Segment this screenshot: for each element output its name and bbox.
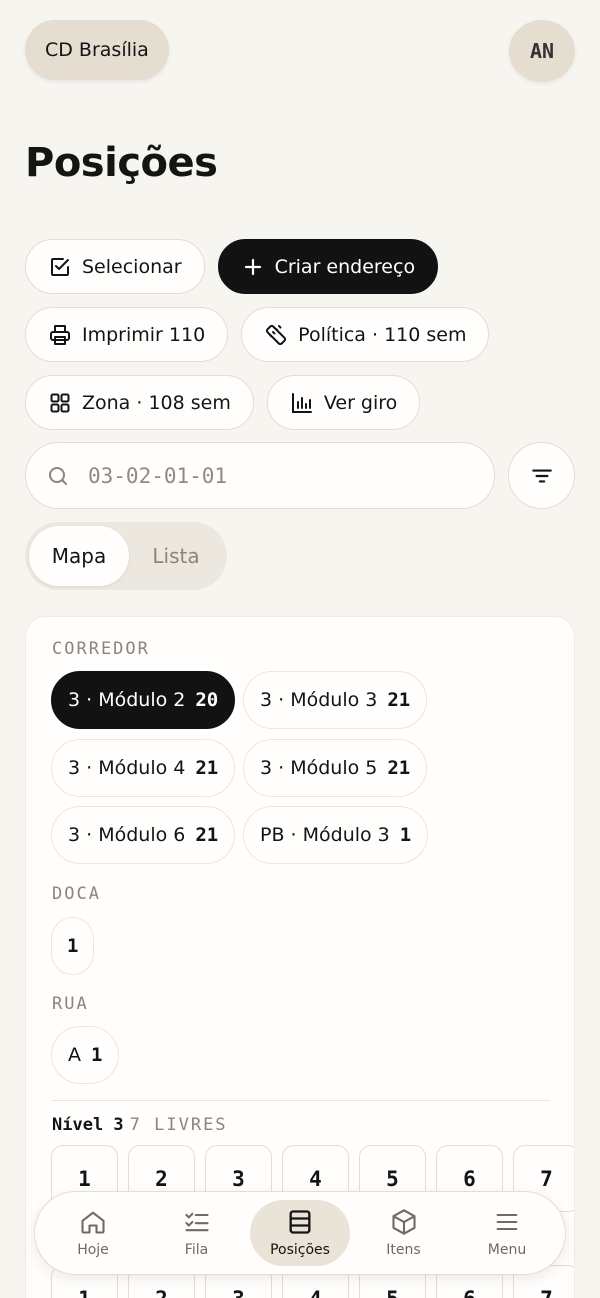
nav-item-positions[interactable]: Posições [250, 1200, 350, 1266]
zone-button-label: Zona · 108 sem [82, 391, 231, 414]
corridor-chip[interactable]: 3 · Módulo 2 20 [51, 671, 236, 729]
policy-button-label: Política · 110 sem [298, 323, 467, 346]
nav-label: Menu [487, 1242, 527, 1258]
plus-icon [244, 258, 261, 275]
section-label-corridor: CORREDOR [52, 639, 150, 659]
corridor-chip[interactable]: 3 · Módulo 6 21 [51, 806, 236, 864]
nav-label: Fila [184, 1242, 209, 1258]
menu-icon [496, 1213, 518, 1231]
chip-count: 21 [387, 689, 411, 711]
select-button-label: Selecionar [82, 255, 182, 278]
printer-icon [50, 324, 70, 345]
zone-button[interactable]: Zona · 108 sem [25, 375, 254, 430]
home-icon [81, 1211, 105, 1234]
turnover-button-label: Ver giro [323, 391, 398, 414]
tab-list[interactable]: Lista [129, 526, 223, 586]
turnover-button[interactable]: Ver giro [266, 375, 421, 430]
level-free-count: 7 LIVRES [129, 1115, 228, 1135]
grid-icon [50, 393, 70, 412]
box-icon [391, 1209, 416, 1235]
view-toggle: Mapa Lista [25, 522, 227, 590]
create-address-button[interactable]: Criar endereço [217, 239, 439, 294]
chip-count: 21 [195, 757, 219, 779]
divider [52, 1100, 550, 1101]
rack-icon [289, 1210, 311, 1234]
search-bar [25, 442, 495, 509]
level-header: Nível 37 LIVRES [52, 1115, 228, 1135]
filter-icon [531, 469, 552, 482]
chip-count: 20 [195, 689, 219, 711]
action-row-1: Selecionar Criar endereço [25, 239, 439, 294]
nav-label: Hoje [77, 1242, 109, 1258]
chip-name: PB · Módulo 3 [260, 824, 390, 846]
avatar[interactable]: AN [509, 20, 575, 82]
corridor-chip[interactable]: 3 · Módulo 5 21 [243, 739, 428, 797]
nav-item-menu[interactable]: Menu [457, 1200, 557, 1266]
section-label-dock: DOCA [52, 884, 101, 904]
select-button[interactable]: Selecionar [25, 239, 205, 294]
chip-name: 3 · Módulo 4 [68, 757, 186, 779]
checkbox-icon [51, 257, 69, 276]
nav-item-queue[interactable]: Fila [147, 1200, 247, 1266]
print-button-label: Imprimir 110 [82, 323, 206, 346]
corridor-chip[interactable]: 3 · Módulo 3 21 [243, 671, 428, 729]
nav-label: Itens [386, 1242, 421, 1258]
tab-map[interactable]: Mapa [29, 526, 129, 586]
chip-name: 3 · Módulo 3 [260, 689, 378, 711]
chip-count: 1 [91, 1044, 103, 1066]
nav-item-items[interactable]: Itens [354, 1200, 454, 1266]
bottom-nav: Hoje Fila Posições Itens Menu [34, 1191, 566, 1275]
site-selector[interactable]: CD Brasília [25, 20, 169, 80]
checklist-icon [184, 1212, 209, 1232]
top-bar: CD Brasília AN [25, 20, 575, 82]
action-row-3: Zona · 108 sem Ver giro [25, 375, 421, 430]
corridor-chip[interactable]: 3 · Módulo 4 21 [51, 739, 236, 797]
action-row-2: Imprimir 110 Política · 110 sem [25, 307, 490, 362]
print-button[interactable]: Imprimir 110 [25, 307, 229, 362]
nav-item-today[interactable]: Hoje [43, 1200, 143, 1266]
corridor-chip[interactable]: PB · Módulo 3 1 [243, 806, 429, 864]
level-label: Nível 3 [52, 1115, 124, 1135]
nav-label: Posições [270, 1242, 330, 1258]
section-label-street: RUA [52, 994, 89, 1014]
chip-count: 1 [67, 935, 79, 957]
ruler-icon [266, 324, 287, 345]
street-chip[interactable]: A 1 [51, 1026, 120, 1084]
chip-name: 3 · Módulo 2 [68, 689, 186, 711]
chip-count: 21 [195, 824, 219, 846]
chip-count: 21 [387, 757, 411, 779]
create-address-button-label: Criar endereço [274, 255, 416, 278]
chip-name: 3 · Módulo 6 [68, 824, 186, 846]
chip-count: 1 [399, 824, 412, 846]
bar-chart-icon [291, 392, 312, 413]
page-title: Posições [25, 140, 218, 186]
dock-chip[interactable]: 1 [51, 917, 95, 975]
filter-button[interactable] [508, 442, 575, 509]
search-icon [49, 466, 67, 485]
policy-button[interactable]: Política · 110 sem [241, 307, 490, 362]
chip-name: 3 · Módulo 5 [260, 757, 378, 779]
search-input[interactable] [88, 463, 468, 488]
chip-name: A [68, 1044, 81, 1066]
